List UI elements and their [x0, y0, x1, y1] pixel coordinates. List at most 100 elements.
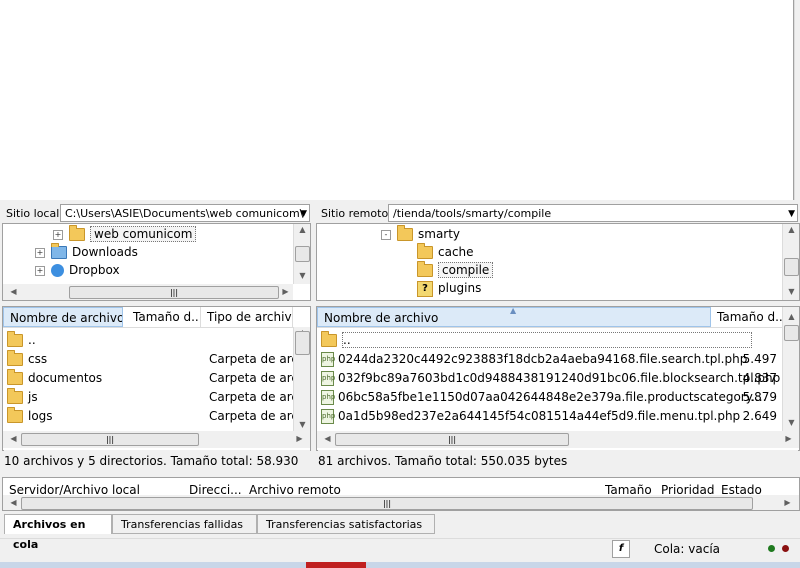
dropbox-icon	[51, 264, 64, 277]
local-list-hscroll[interactable]: ◀ ||| ▶	[3, 431, 310, 448]
tree-item-smarty[interactable]: - smarty	[381, 225, 460, 243]
scroll-thumb[interactable]	[295, 331, 310, 355]
folder-icon	[7, 407, 23, 423]
scroll-right-icon[interactable]: ▶	[779, 497, 796, 509]
message-log-scrollbar[interactable]	[794, 0, 800, 200]
tree-item-dropbox[interactable]: + Dropbox	[35, 261, 120, 279]
column-header-type[interactable]: Tipo de archivo	[201, 307, 293, 327]
filter-icon[interactable]: f	[612, 540, 630, 558]
folder-icon	[397, 225, 413, 241]
scroll-down-icon[interactable]: ▼	[294, 419, 310, 431]
scroll-left-icon[interactable]: ◀	[5, 286, 22, 298]
remote-tree-vscroll[interactable]: ▲ ▼	[782, 224, 799, 300]
scroll-thumb[interactable]: |||	[21, 497, 753, 510]
list-item[interactable]: ..	[7, 331, 293, 350]
chevron-down-icon[interactable]: ▼	[300, 205, 307, 221]
list-item[interactable]: php 0244da2320c4492c923883f18dcb2a4aeba94…	[321, 350, 781, 369]
list-item[interactable]: php 032f9bc89a7603bd1c0d9488438191240d91b…	[321, 369, 781, 388]
remote-list-hscroll[interactable]: ◀ ||| ▶	[317, 431, 799, 448]
scroll-thumb[interactable]	[295, 246, 310, 262]
scroll-right-icon[interactable]: ▶	[277, 286, 294, 298]
scroll-thumb[interactable]	[784, 258, 799, 276]
scroll-down-icon[interactable]: ▼	[783, 417, 799, 429]
list-item[interactable]: php 06bc58a5fbe1e1150d07aa042644848e2e379…	[321, 388, 781, 407]
file-name: documentos	[28, 371, 103, 385]
folder-icon	[7, 331, 23, 347]
column-header-name[interactable]: Nombre de archivo ▲	[317, 307, 711, 327]
column-header-priority[interactable]: Prioridad	[661, 478, 715, 495]
remote-status: 81 archivos. Tamaño total: 550.035 bytes	[318, 450, 798, 472]
file-type: Carpeta de arc...	[209, 352, 295, 366]
scroll-left-icon[interactable]: ◀	[5, 433, 22, 445]
folder-icon	[7, 350, 23, 366]
column-header-size[interactable]: Tamaño d...	[127, 307, 201, 327]
message-log	[0, 0, 794, 200]
column-header-server[interactable]: Servidor/Archivo local	[9, 478, 140, 495]
tree-item-label: plugins	[438, 281, 482, 295]
scroll-up-icon[interactable]: ▲	[783, 311, 799, 323]
file-size: 5.497	[742, 352, 777, 366]
scroll-left-icon[interactable]: ◀	[5, 497, 22, 509]
tree-item-web-comunicom[interactable]: + web comunicom	[53, 225, 197, 243]
expand-icon[interactable]: +	[53, 229, 63, 240]
local-path-text: C:\Users\ASIE\Documents\web comunicom\	[65, 207, 304, 220]
local-path-combo[interactable]: C:\Users\ASIE\Documents\web comunicom\ ▼	[60, 204, 310, 222]
file-size: 5.879	[742, 390, 777, 404]
remote-tree: - smarty cache compile ? plugins ▲ ▼	[316, 223, 800, 301]
chevron-down-icon[interactable]: ▼	[788, 205, 795, 221]
tree-item-label: Downloads	[72, 245, 138, 259]
sort-ascending-icon: ▲	[510, 307, 517, 315]
folder-icon	[7, 388, 23, 404]
unknown-folder-icon: ?	[417, 280, 433, 297]
tab-successful-transfers[interactable]: Transferencias satisfactorias	[257, 514, 435, 534]
local-status: 10 archivos y 5 directorios. Tamaño tota…	[4, 450, 310, 490]
remote-path-combo[interactable]: /tienda/tools/smarty/compile ▼	[388, 204, 798, 222]
column-header-status[interactable]: Estado	[721, 478, 762, 495]
list-item[interactable]: logs Carpeta de arc...	[7, 407, 295, 426]
column-header-direction[interactable]: Direcci...	[189, 478, 242, 495]
column-header-name-label: Nombre de archivo	[324, 311, 439, 325]
file-name: 06bc58a5fbe1e1150d07aa042644848e2e379a.f…	[338, 390, 767, 404]
scroll-thumb[interactable]: |||	[21, 433, 199, 446]
tree-item-downloads[interactable]: + Downloads	[35, 243, 138, 261]
tree-item-label: cache	[438, 245, 474, 259]
scroll-thumb[interactable]	[784, 325, 799, 341]
scroll-up-icon[interactable]: ▲	[294, 224, 310, 236]
local-tree-vscroll[interactable]: ▲ ▼	[293, 224, 310, 284]
tree-item-plugins[interactable]: ? plugins	[417, 279, 481, 297]
folder-icon	[321, 331, 337, 347]
transfer-queue: Servidor/Archivo local Direcci... Archiv…	[2, 477, 800, 511]
tree-item-compile[interactable]: compile	[417, 261, 494, 279]
scroll-thumb[interactable]: |||	[335, 433, 569, 446]
column-header-size[interactable]: Tamaño	[605, 478, 652, 495]
list-item[interactable]: php 0a1d5b98ed237e2a644145f54c081514a44ef…	[321, 407, 781, 426]
local-tree-hscroll[interactable]: ◀ ||| ▶	[3, 284, 294, 300]
tab-queued-files[interactable]: Archivos en cola	[4, 514, 112, 551]
remote-list-vscroll[interactable]: ▲ ▼	[782, 307, 799, 431]
column-header-remote-file[interactable]: Archivo remoto	[249, 478, 341, 495]
tab-failed-transfers[interactable]: Transferencias fallidas	[112, 514, 257, 534]
list-item[interactable]: js Carpeta de arc...	[7, 388, 295, 407]
expand-icon[interactable]: +	[35, 265, 45, 276]
scroll-down-icon[interactable]: ▼	[294, 270, 310, 282]
column-header-name[interactable]: Nombre de archivo	[3, 307, 123, 327]
scroll-right-icon[interactable]: ▶	[780, 433, 797, 445]
status-led-green-icon	[768, 545, 775, 552]
scroll-down-icon[interactable]: ▼	[783, 286, 799, 298]
scroll-up-icon[interactable]: ▲	[783, 224, 799, 236]
column-header-size[interactable]: Tamaño d...	[711, 307, 783, 327]
list-item[interactable]: documentos Carpeta de arc...	[7, 369, 295, 388]
scroll-left-icon[interactable]: ◀	[319, 433, 336, 445]
tree-item-cache[interactable]: cache	[417, 243, 474, 261]
taskbar-app-icon[interactable]	[306, 562, 366, 568]
scroll-right-icon[interactable]: ▶	[291, 433, 308, 445]
scroll-thumb[interactable]: |||	[69, 286, 279, 299]
queue-hscroll[interactable]: ◀ ||| ▶	[3, 495, 799, 510]
collapse-icon[interactable]: -	[381, 229, 391, 240]
remote-file-list: Nombre de archivo ▲ Tamaño d... .. php 02…	[316, 306, 800, 451]
expand-icon[interactable]: +	[35, 247, 45, 258]
list-item[interactable]: ..	[321, 331, 781, 350]
local-list-vscroll[interactable]: ▲ ▼	[293, 327, 310, 431]
list-item[interactable]: css Carpeta de arc...	[7, 350, 295, 369]
remote-path-text: /tienda/tools/smarty/compile	[393, 207, 552, 220]
